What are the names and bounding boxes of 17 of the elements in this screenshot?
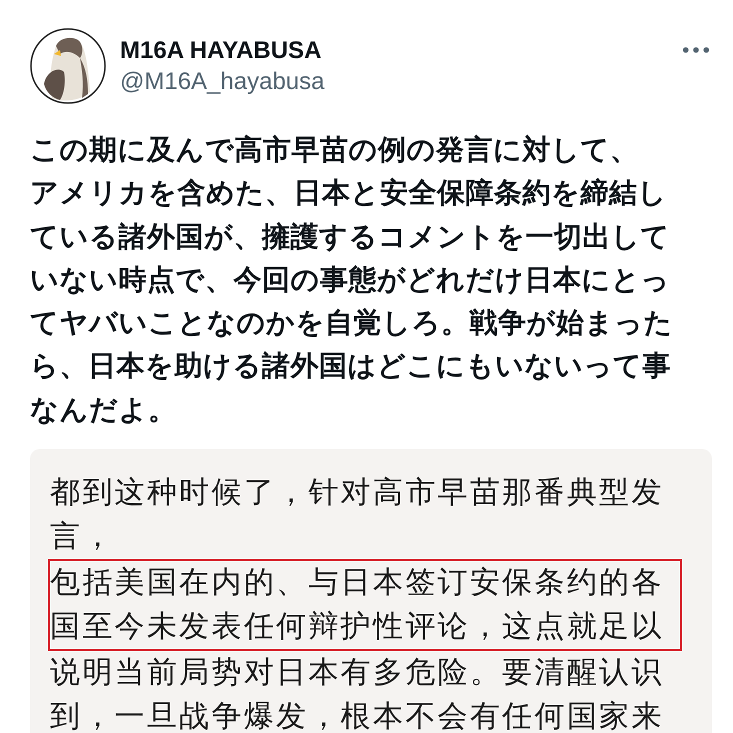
translation-text-line: 言， xyxy=(49,518,116,556)
highlighted-text-line: 包括美国在内的、与日本签订安保条约的各 xyxy=(48,559,682,606)
author-handle[interactable]: @M16A_hayabusa xyxy=(120,66,324,98)
more-icon[interactable] xyxy=(682,46,710,54)
post-text-line: いない時点で、今回の事態がどれだけ日本にとっ xyxy=(30,262,671,298)
post-text-line: てヤバいことなのかを自覚しろ。戦争が始まった xyxy=(30,305,674,342)
author-name[interactable]: M16A HAYABUSA xyxy=(120,36,324,66)
post-text-line: なんだよ。 xyxy=(30,392,178,428)
translation-text-line: 说明当前局势对日本有多危险。要清醒认识 xyxy=(49,654,665,692)
post-text-line: アメリカを含めた、日本と安全保障条約を締結し xyxy=(30,175,668,212)
post-text-line: ている諸外国が、擁護するコメントを一切出して xyxy=(30,218,671,255)
highlighted-text-line: 国至今未发表任何辩护性评论，这点就足以 xyxy=(48,605,682,652)
post-text-line: この期に及んで高市早苗の例の発言に対して、 xyxy=(30,132,640,168)
avatar-bird-icon xyxy=(30,28,106,104)
translation-text-line: 到，一旦战争爆发，根本不会有任何国家来 xyxy=(49,698,665,733)
post-text-line: ら、日本を助ける諸外国はどこにもいないって事 xyxy=(30,348,672,384)
translation-text-line: 都到这种时候了，针对高市早苗那番典型发 xyxy=(49,474,665,512)
